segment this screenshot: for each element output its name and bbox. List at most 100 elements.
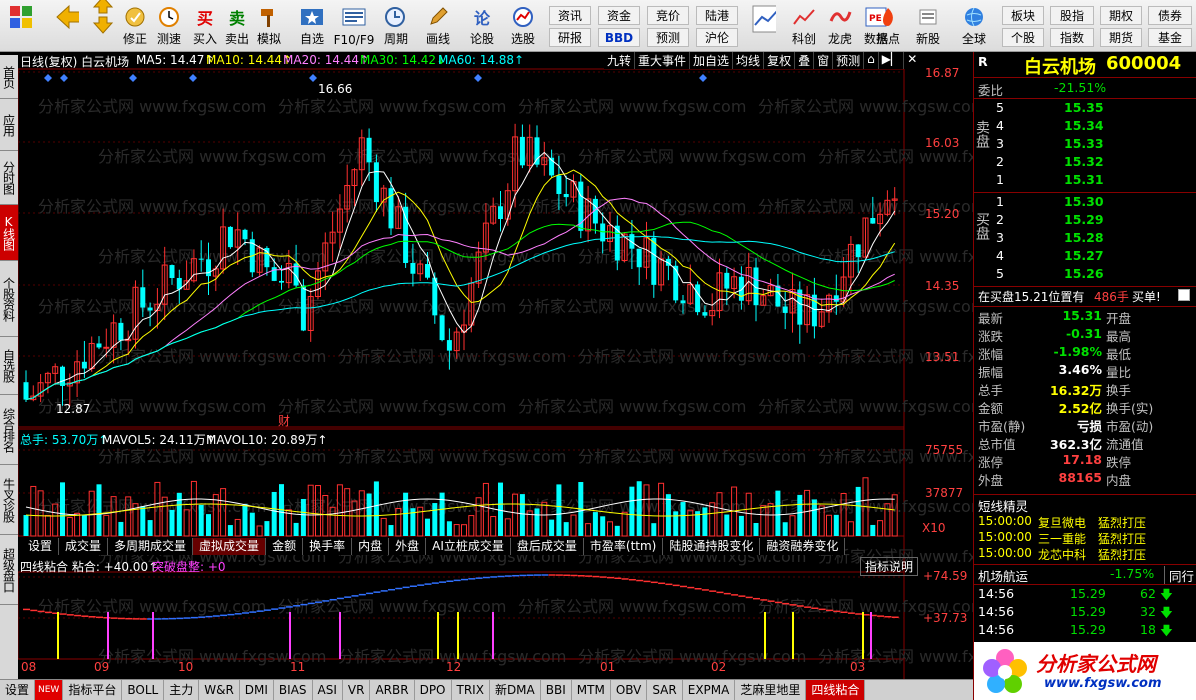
ask-row-2[interactable]: 2 15.32: [996, 154, 1196, 171]
subtab-after-hours[interactable]: 盘后成交量: [510, 538, 584, 555]
left-tab-watchlist[interactable]: 自选股: [0, 337, 18, 395]
kline-chart-area[interactable]: 分析家公式网 www.fxgsw.com 分析家公式网 www.fxgsw.com…: [18, 52, 973, 679]
subtab-multi-period[interactable]: 多周期成交量: [108, 538, 194, 555]
toolbar-btn-research[interactable]: 研报: [549, 28, 591, 47]
left-tab-stock-info[interactable]: 个股资料: [0, 261, 18, 337]
close-icon[interactable]: ✕: [904, 52, 920, 69]
dragon-tiger-button[interactable]: 龙虎: [822, 2, 858, 50]
bottom-tab-sar[interactable]: SAR: [647, 680, 683, 700]
toolbar-btn-index[interactable]: 指数: [1050, 28, 1094, 47]
btn-add-watchlist[interactable]: 加自选: [690, 52, 734, 69]
home-grid-button[interactable]: [4, 2, 38, 50]
stock-pick-button[interactable]: 选股: [502, 2, 544, 50]
toolbar-btn-news[interactable]: 资讯: [549, 6, 591, 25]
toolbar-btn-index-futures[interactable]: 股指: [1050, 6, 1094, 25]
page-up-down-button[interactable]: [90, 0, 116, 50]
subtab-outer[interactable]: 外盘: [389, 538, 427, 555]
bottom-tab-vr[interactable]: VR: [343, 680, 371, 700]
left-tab-apps[interactable]: 应用: [0, 99, 18, 151]
elf-row-2[interactable]: 15:00:00 三一重能 猛烈打压: [978, 530, 1194, 547]
subtab-hk-holding[interactable]: 陆股通持股变化: [663, 538, 761, 555]
toolbar-btn-bbd[interactable]: BBD: [598, 28, 640, 47]
toolbar-btn-stock[interactable]: 个股: [1002, 28, 1044, 47]
pin-icon[interactable]: ▶▏: [879, 52, 905, 69]
left-tab-super-quote[interactable]: 超级盘口: [0, 535, 18, 605]
bottom-tab-platform[interactable]: 指标平台: [63, 680, 123, 700]
speed-test-button[interactable]: 测速: [154, 2, 184, 50]
subtab-ai-volume[interactable]: AI立桩成交量: [426, 538, 511, 555]
elf-row-1[interactable]: 15:00:00 复旦微电 猛烈打压: [978, 514, 1194, 531]
toolbar-btn-auction[interactable]: 竞价: [647, 6, 689, 25]
bid-row-2[interactable]: 2 15.29: [996, 212, 1196, 229]
chart-button[interactable]: [744, 2, 784, 50]
sell-button[interactable]: 卖 卖出: [222, 2, 252, 50]
bid-row-1[interactable]: 1 15.30: [996, 194, 1196, 211]
toolbar-btn-sector[interactable]: 板块: [1002, 6, 1044, 25]
toolbar-btn-hk-connect[interactable]: 陆港: [696, 6, 738, 25]
subtab-amount[interactable]: 金额: [266, 538, 304, 555]
queue-checkbox[interactable]: [1178, 289, 1190, 301]
indicator-help-button[interactable]: 指标说明: [860, 557, 919, 576]
bottom-tab-bbi[interactable]: BBI: [541, 680, 572, 700]
left-tab-home[interactable]: 首页: [0, 55, 18, 99]
bottom-tab-trix[interactable]: TRIX: [452, 680, 490, 700]
simulate-button[interactable]: 模拟: [254, 2, 284, 50]
toolbar-btn-funds2[interactable]: 基金: [1148, 28, 1192, 47]
ask-row-5[interactable]: 5 15.35: [996, 100, 1196, 117]
subtab-volume[interactable]: 成交量: [59, 538, 109, 555]
buy-button[interactable]: 买 买入: [190, 2, 220, 50]
subtab-inner[interactable]: 内盘: [352, 538, 390, 555]
global-button[interactable]: 全球: [952, 2, 996, 50]
toolbar-btn-bonds[interactable]: 债券: [1148, 6, 1192, 25]
bottom-tab-mtm[interactable]: MTM: [572, 680, 611, 700]
bottom-tab-expma[interactable]: EXPMA: [683, 680, 736, 700]
btn-adjust[interactable]: 复权: [764, 52, 796, 69]
forum-button[interactable]: 论 论股: [464, 2, 500, 50]
sector-row[interactable]: 机场航运 -1.75% 同行: [978, 566, 1194, 585]
bottom-tab-dmi[interactable]: DMI: [240, 680, 274, 700]
btn-ma-lines[interactable]: 均线: [733, 52, 765, 69]
elf-row-3[interactable]: 15:00:00 龙芯中科 猛烈打压: [978, 546, 1194, 563]
btn-predict[interactable]: 预测: [833, 52, 865, 69]
subtab-turnover[interactable]: 换手率: [303, 538, 353, 555]
ask-row-3[interactable]: 3 15.33: [996, 136, 1196, 153]
back-button[interactable]: [50, 2, 84, 50]
toolbar-btn-sh-london[interactable]: 沪伦: [696, 28, 738, 47]
toolbar-btn-forecast[interactable]: 预测: [647, 28, 689, 47]
left-tab-ranking[interactable]: 综合排名: [0, 395, 18, 465]
draw-line-button[interactable]: 画线: [418, 2, 458, 50]
bottom-tab-arbr[interactable]: ARBR: [370, 680, 415, 700]
adjust-button[interactable]: 修正: [120, 2, 150, 50]
new-stock-button[interactable]: 新股: [910, 2, 946, 50]
kline-chart-canvas[interactable]: 分析家公式网 www.fxgsw.com 分析家公式网 www.fxgsw.com…: [18, 52, 973, 679]
bottom-tab-main[interactable]: 主力: [164, 680, 200, 700]
bottom-tab-sesame[interactable]: 芝麻里地里: [735, 680, 807, 700]
toolbar-btn-futures[interactable]: 期货: [1100, 28, 1142, 47]
bottom-tab-obv[interactable]: OBV: [611, 680, 648, 700]
hotspot-button[interactable]: 热点: [870, 2, 906, 50]
bottom-tab-settings[interactable]: 设置: [0, 680, 36, 700]
btn-jiuzhuan[interactable]: 九转: [604, 52, 636, 69]
f10-button[interactable]: F10/F9: [332, 2, 376, 50]
bottom-tab-four-line[interactable]: 四线粘合: [806, 680, 866, 700]
lock-icon[interactable]: ⌂: [864, 52, 879, 69]
ask-row-4[interactable]: 4 15.34: [996, 118, 1196, 135]
period-button[interactable]: 周期: [376, 2, 416, 50]
bid-row-4[interactable]: 4 15.27: [996, 248, 1196, 265]
ask-row-1[interactable]: 1 15.31: [996, 172, 1196, 189]
watchlist-button[interactable]: 自选: [292, 2, 332, 50]
btn-overlay[interactable]: 叠: [795, 52, 815, 69]
bottom-tab-asi[interactable]: ASI: [313, 680, 343, 700]
left-tab-intraday[interactable]: 分时图: [0, 151, 18, 205]
subtab-settings[interactable]: 设置: [22, 538, 60, 555]
sector-peer-tab[interactable]: 同行: [1164, 566, 1194, 585]
bottom-tab-new-dma[interactable]: 新DMA: [490, 680, 541, 700]
btn-window[interactable]: 窗: [814, 52, 834, 69]
left-tab-diagnosis[interactable]: 牛叉诊股: [0, 465, 18, 535]
bid-row-3[interactable]: 3 15.28: [996, 230, 1196, 247]
toolbar-btn-funds[interactable]: 资金: [598, 6, 640, 25]
bottom-tab-boll[interactable]: BOLL: [122, 680, 165, 700]
btn-major-events[interactable]: 重大事件: [635, 52, 691, 69]
tech-board-button[interactable]: 科创: [786, 2, 822, 50]
bottom-tab-wr[interactable]: W&R: [199, 680, 240, 700]
